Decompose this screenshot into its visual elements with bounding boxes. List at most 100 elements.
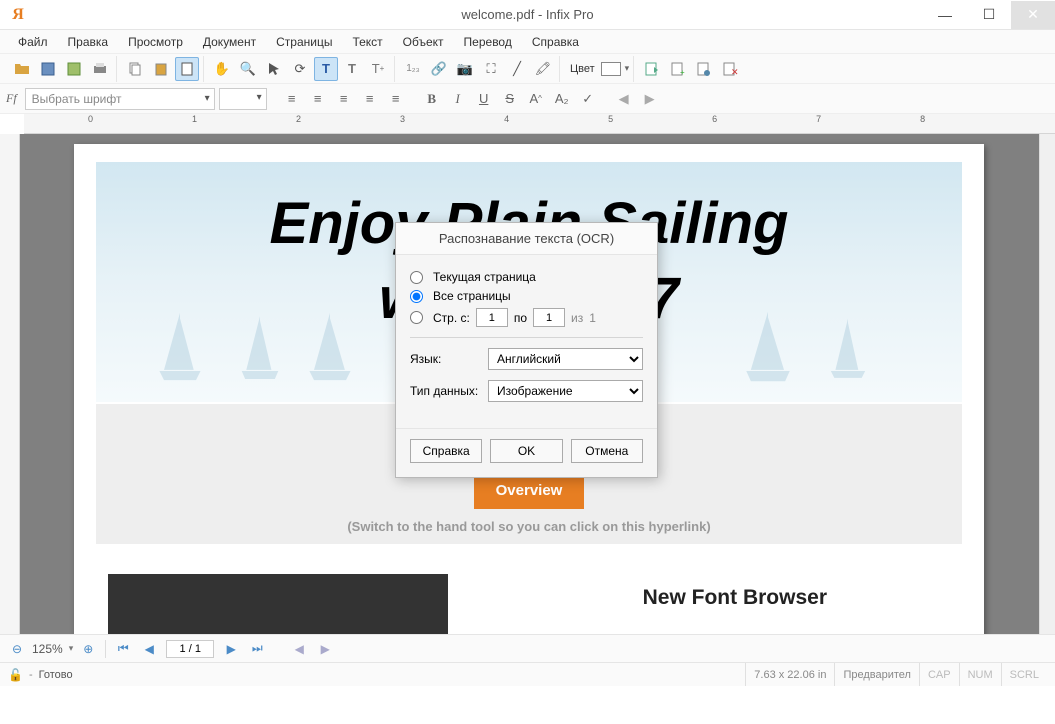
dark-placeholder — [108, 574, 448, 634]
radio-all-pages[interactable] — [410, 290, 423, 303]
minimize-button[interactable]: — — [923, 1, 967, 29]
maximize-button[interactable]: ☐ — [967, 1, 1011, 29]
export-icon[interactable] — [640, 57, 664, 81]
status-preview[interactable]: Предварител — [834, 663, 919, 686]
select-datatype[interactable]: Изображение — [488, 380, 643, 402]
copy-icon[interactable] — [123, 57, 147, 81]
svg-text:+: + — [680, 68, 685, 77]
highlight-icon[interactable]: 🖍 — [531, 57, 555, 81]
align-left-icon[interactable]: ≡ — [281, 88, 303, 110]
zoom-in-icon[interactable]: ⊕ — [79, 640, 97, 658]
nav-back-icon[interactable]: ◀ — [290, 640, 308, 658]
range-to-input[interactable] — [533, 308, 565, 327]
status-num: NUM — [959, 663, 1001, 686]
first-page-icon[interactable]: ⏮ — [114, 640, 132, 658]
link-icon[interactable]: 🔗 — [427, 57, 451, 81]
align-full-icon[interactable]: ≡ — [385, 88, 407, 110]
lock-icon: 🔓 — [8, 668, 23, 682]
hand-tool-icon[interactable]: ✋ — [210, 57, 234, 81]
subscript-button[interactable]: A₂ — [551, 88, 573, 110]
menu-bar: Файл Правка Просмотр Документ Страницы Т… — [0, 30, 1055, 54]
text-tool-icon[interactable]: T — [314, 57, 338, 81]
next-page-icon[interactable]: ▶ — [222, 640, 240, 658]
align-justify-icon[interactable]: ≡ — [359, 88, 381, 110]
label-all-pages: Все страницы — [433, 289, 511, 303]
radio-page-range[interactable] — [410, 311, 423, 324]
font-family-select[interactable]: Выбрать шрифт — [25, 88, 215, 110]
align-right-icon[interactable]: ≡ — [333, 88, 355, 110]
menu-text[interactable]: Текст — [342, 35, 392, 49]
indent-left-icon[interactable]: ◀ — [613, 88, 635, 110]
rotate-icon[interactable]: ⟳ — [288, 57, 312, 81]
dialog-ok-button[interactable]: OK — [490, 439, 562, 463]
image-icon[interactable]: 📷 — [453, 57, 477, 81]
font-size-select[interactable] — [219, 88, 267, 110]
menu-file[interactable]: Файл — [8, 35, 58, 49]
label-range-prefix: Стр. с: — [433, 311, 470, 325]
more-format-icon[interactable]: ✓ — [577, 88, 599, 110]
menu-help[interactable]: Справка — [522, 35, 589, 49]
bold-button[interactable]: B — [421, 88, 443, 110]
dialog-title: Распознавание текста (OCR) — [396, 223, 657, 255]
status-bar: 🔓 - Готово 7.63 x 22.06 in Предварител C… — [0, 662, 1055, 686]
underline-button[interactable]: U — [473, 88, 495, 110]
saveas-icon[interactable] — [62, 57, 86, 81]
menu-pages[interactable]: Страницы — [266, 35, 342, 49]
menu-object[interactable]: Объект — [393, 35, 454, 49]
paste-icon[interactable] — [149, 57, 173, 81]
status-dimensions: 7.63 x 22.06 in — [745, 663, 834, 686]
color-swatch[interactable] — [601, 62, 621, 76]
superscript-button[interactable]: A^ — [525, 88, 547, 110]
range-from-input[interactable] — [476, 308, 508, 327]
label-total: 1 — [589, 311, 596, 325]
indent-right-icon[interactable]: ▶ — [639, 88, 661, 110]
menu-view[interactable]: Просмотр — [118, 35, 193, 49]
select-language[interactable]: Английский — [488, 348, 643, 370]
form-icon[interactable]: 1₂₃ — [401, 57, 425, 81]
save-icon[interactable] — [36, 57, 60, 81]
status-ready: Готово — [33, 669, 73, 681]
crop-icon[interactable]: ⛶ — [479, 57, 503, 81]
horizontal-ruler: 012345678 — [24, 114, 1055, 134]
dialog-help-button[interactable]: Справка — [410, 439, 482, 463]
align-center-icon[interactable]: ≡ — [307, 88, 329, 110]
text-block-icon[interactable]: T — [340, 57, 364, 81]
menu-translate[interactable]: Перевод — [454, 35, 522, 49]
color-label: Цвет — [566, 63, 599, 75]
window-title: welcome.pdf - Infix Pro — [461, 7, 593, 22]
label-current-page: Текущая страница — [433, 270, 536, 284]
dialog-cancel-button[interactable]: Отмена — [571, 439, 643, 463]
label-datatype: Тип данных: — [410, 384, 488, 398]
menu-edit[interactable]: Правка — [58, 35, 119, 49]
close-button[interactable]: ✕ — [1011, 1, 1055, 29]
italic-button[interactable]: I — [447, 88, 469, 110]
radio-current-page[interactable] — [410, 271, 423, 284]
add-page-icon[interactable]: + — [666, 57, 690, 81]
menu-document[interactable]: Документ — [193, 35, 266, 49]
label-of: из — [571, 311, 583, 325]
fit-page-icon[interactable] — [175, 57, 199, 81]
delete-page-icon[interactable]: ✕ — [718, 57, 742, 81]
app-logo: Я — [6, 3, 30, 27]
print-icon[interactable] — [88, 57, 112, 81]
zoom-tool-icon[interactable]: 🔍 — [236, 57, 260, 81]
strikethrough-button[interactable]: S — [499, 88, 521, 110]
page-number-input[interactable] — [166, 640, 214, 658]
page-settings-icon[interactable] — [692, 57, 716, 81]
color-dropdown-icon[interactable]: ▾ — [623, 63, 630, 74]
text-plus-icon[interactable]: T+ — [366, 57, 390, 81]
status-scrl: SCRL — [1001, 663, 1047, 686]
zoom-out-icon[interactable]: ⊖ — [8, 640, 26, 658]
zoom-dropdown-icon[interactable]: ▾ — [69, 643, 74, 654]
title-bar: Я welcome.pdf - Infix Pro — ☐ ✕ — [0, 0, 1055, 30]
line-icon[interactable]: ╱ — [505, 57, 529, 81]
open-icon[interactable] — [10, 57, 34, 81]
vertical-ruler — [0, 134, 20, 634]
prev-page-icon[interactable]: ◀ — [140, 640, 158, 658]
nav-fwd-icon[interactable]: ▶ — [316, 640, 334, 658]
vertical-scrollbar[interactable] — [1039, 134, 1055, 634]
svg-text:✕: ✕ — [731, 67, 738, 77]
status-cap: CAP — [919, 663, 959, 686]
last-page-icon[interactable]: ⏭ — [248, 640, 266, 658]
pointer-tool-icon[interactable] — [262, 57, 286, 81]
